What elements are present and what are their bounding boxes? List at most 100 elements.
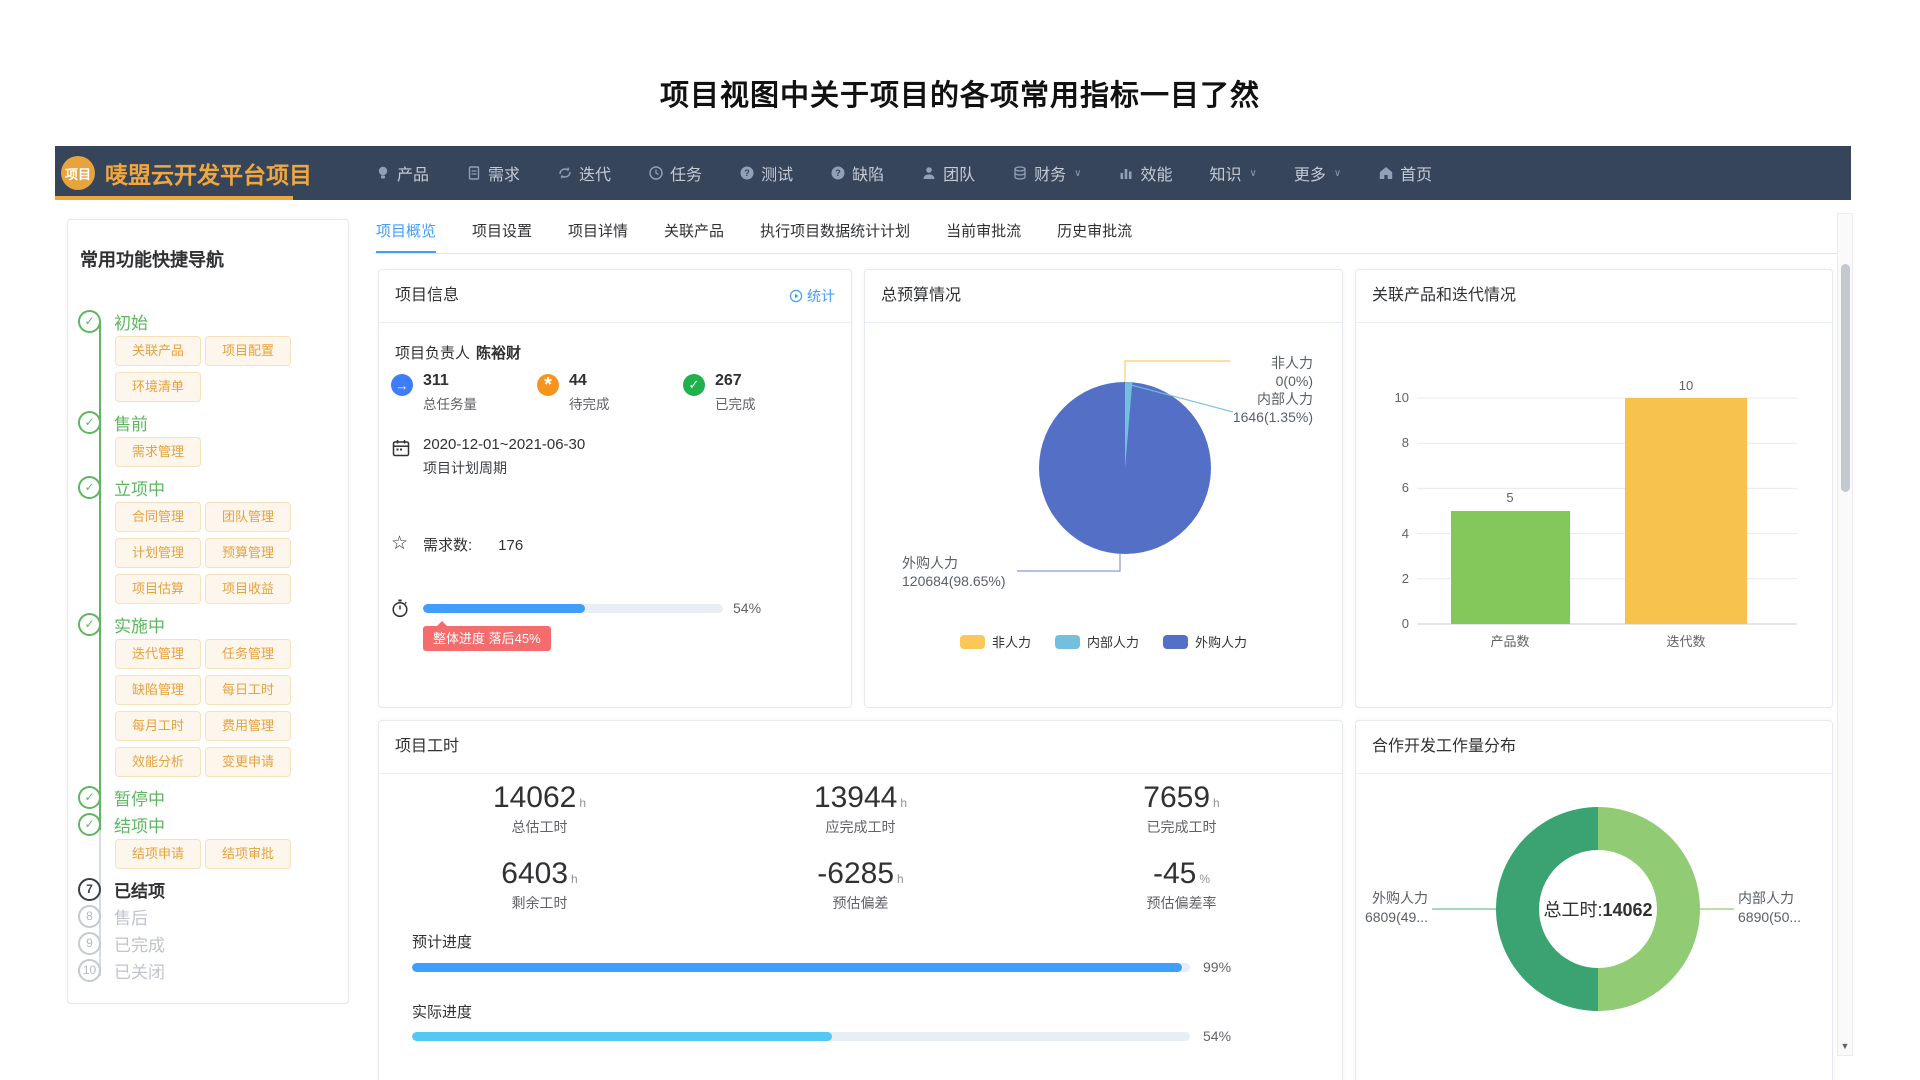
nav-item-product[interactable]: 产品 xyxy=(375,161,429,185)
chevron-down-icon: ∨ xyxy=(1249,168,1256,179)
check-circle-icon: ✓ xyxy=(78,813,101,836)
sidebar-button-plan-mgmt[interactable]: 计划管理 xyxy=(115,538,201,568)
hours-stat: 13944h 应完成工时 xyxy=(700,775,1021,851)
check-circle-icon: ✓ xyxy=(78,786,101,809)
tab-details[interactable]: 项目详情 xyxy=(568,213,628,253)
nav-item-more[interactable]: 更多 ∨ xyxy=(1294,161,1341,185)
sidebar-button-change-request[interactable]: 变更申请 xyxy=(205,747,291,777)
y-tick: 6 xyxy=(1402,480,1409,495)
nav-item-defect[interactable]: ? 缺陷 xyxy=(830,161,884,185)
coins-icon xyxy=(1012,165,1028,181)
step-label: 已完成 xyxy=(114,931,165,956)
statistics-link[interactable]: 统计 xyxy=(789,270,835,322)
nav-item-knowledge[interactable]: 知识 ∨ xyxy=(1209,161,1256,185)
actual-progress-bar xyxy=(412,1032,1190,1041)
sidebar-button-monthly-hours[interactable]: 每月工时 xyxy=(115,711,201,741)
sidebar-button-daily-hours[interactable]: 每日工时 xyxy=(205,675,291,705)
sidebar-button-requirement-mgmt[interactable]: 需求管理 xyxy=(115,437,201,467)
nav-item-task[interactable]: 任务 xyxy=(648,161,702,185)
app-root: 项目视图中关于项目的各项常用指标一目了然 项目 唛盟云开发平台项目 产品 需求 … xyxy=(0,0,1920,1080)
nav-item-iteration[interactable]: 迭代 xyxy=(557,161,611,185)
calendar-icon xyxy=(391,438,411,463)
product-iteration-card: 关联产品和迭代情况 10 8 6 4 2 0 5 10 产品数 迭代数 xyxy=(1355,269,1833,708)
step-initial: ✓ 初始 xyxy=(78,309,334,333)
nav-item-team[interactable]: 团队 xyxy=(921,161,975,185)
requirement-count-value: 176 xyxy=(498,537,523,554)
progress-alert-badge: 整体进度 落后45% xyxy=(423,626,551,651)
timeline-line-done xyxy=(99,321,101,830)
tab-related-products[interactable]: 关联产品 xyxy=(664,213,724,253)
tab-current-approval[interactable]: 当前审批流 xyxy=(946,213,1021,253)
leg.nd-item[interactable]: 内部人力 xyxy=(1055,632,1139,651)
step-closed-project: 7 已结项 xyxy=(78,877,334,901)
sidebar-button-contract-mgmt[interactable]: 合同管理 xyxy=(115,502,201,532)
main-tabs: 项目概览 项目设置 项目详情 关联产品 执行项目数据统计计划 当前审批流 历史审… xyxy=(376,213,1851,254)
step-buttons: 结项申请 结项审批 xyxy=(115,839,334,869)
card-title: 项目信息 统计 xyxy=(379,270,851,323)
step-approval: ✓ 立项中 xyxy=(78,475,334,499)
sidebar-button-related-products[interactable]: 关联产品 xyxy=(115,336,201,366)
actual-progress-percent: 54% xyxy=(1203,1028,1231,1044)
bar-chart-icon xyxy=(1118,165,1134,181)
actual-progress-label: 实际进度 xyxy=(412,1001,472,1022)
tab-settings[interactable]: 项目设置 xyxy=(472,213,532,253)
legend-item[interactable]: 非人力 xyxy=(960,632,1031,651)
bar-value-label: 10 xyxy=(1679,378,1693,393)
hours-stat: 6403h 剩余工时 xyxy=(379,851,700,927)
step-label: 售前 xyxy=(114,410,148,435)
nav-item-home[interactable]: 首页 xyxy=(1378,161,1432,185)
step-implementing: ✓ 实施中 xyxy=(78,612,334,636)
page-title: 项目视图中关于项目的各项常用指标一目了然 xyxy=(0,72,1920,114)
chevron-down-icon: ∨ xyxy=(1334,168,1341,179)
hours-stat: -6285h 预估偏差 xyxy=(700,851,1021,927)
sidebar-button-closing-approve[interactable]: 结项审批 xyxy=(205,839,291,869)
nav-item-requirement[interactable]: 需求 xyxy=(466,161,520,185)
sidebar-button-project-estimate[interactable]: 项目估算 xyxy=(115,574,201,604)
donut-label: 外购人力 xyxy=(1372,890,1428,906)
sidebar-button-expense-mgmt[interactable]: 费用管理 xyxy=(205,711,291,741)
card-title: 合作开发工作量分布 xyxy=(1356,721,1832,774)
scrollbar-down-arrow[interactable]: ▼ xyxy=(1838,1041,1852,1051)
budget-card: 总预算情况 非人力 0(0%) 内部人力 1646(1.35%) 外购人力 12… xyxy=(864,269,1343,708)
sidebar-button-team-mgmt[interactable]: 团队管理 xyxy=(205,502,291,532)
step-label: 结项中 xyxy=(114,812,165,837)
sidebar-button-project-benefit[interactable]: 项目收益 xyxy=(205,574,291,604)
pie-label: 外购人力 xyxy=(902,555,958,571)
bar-iteration-count xyxy=(1625,398,1747,624)
chevron-down-icon: ∨ xyxy=(1074,168,1081,179)
y-tick: 8 xyxy=(1402,435,1409,450)
scrollbar-thumb[interactable] xyxy=(1841,264,1850,492)
legend-item[interactable]: 外购人力 xyxy=(1163,632,1247,651)
tab-data-stat-plan[interactable]: 执行项目数据统计计划 xyxy=(760,213,910,253)
nav-label: 财务 xyxy=(1034,161,1066,185)
step-buttons: 迭代管理 任务管理 缺陷管理 每日工时 每月工时 费用管理 效能分析 变更申请 xyxy=(115,639,334,777)
tab-history-approval[interactable]: 历史审批流 xyxy=(1057,213,1132,253)
sidebar-button-closing-apply[interactable]: 结项申请 xyxy=(115,839,201,869)
sidebar-button-budget-mgmt[interactable]: 预算管理 xyxy=(205,538,291,568)
bar-product-count xyxy=(1451,511,1570,624)
sidebar-button-efficiency-analysis[interactable]: 效能分析 xyxy=(115,747,201,777)
nav-label: 迭代 xyxy=(579,161,611,185)
sidebar-button-project-config[interactable]: 项目配置 xyxy=(205,336,291,366)
sidebar-button-defect-mgmt[interactable]: 缺陷管理 xyxy=(115,675,201,705)
nav-item-finance[interactable]: 财务 ∨ xyxy=(1012,161,1081,185)
sidebar-button-task-mgmt[interactable]: 任务管理 xyxy=(205,639,291,669)
step-label: 立项中 xyxy=(114,475,165,500)
tab-overview[interactable]: 项目概览 xyxy=(376,213,436,253)
loop-icon xyxy=(557,165,573,181)
bar-value-label: 5 xyxy=(1506,490,1513,505)
nav-label: 更多 xyxy=(1294,161,1326,185)
budget-pie-chart: 非人力 0(0%) 内部人力 1646(1.35%) 外购人力 120684(9… xyxy=(865,324,1342,614)
sidebar-button-env-list[interactable]: 环境清单 xyxy=(115,372,201,402)
coop-workload-card: 合作开发工作量分布 外购人力 6809(49... 内部人力 6890(50..… xyxy=(1355,720,1833,1080)
question-circle-icon: ? xyxy=(830,165,846,181)
check-circle-icon: ✓ xyxy=(78,613,101,636)
nav-item-efficiency[interactable]: 效能 xyxy=(1118,161,1172,185)
stat-done-tasks: ✓ 267 已完成 xyxy=(683,372,756,413)
arrow-right-circle-icon: → xyxy=(391,374,413,396)
nav-item-test[interactable]: ? 测试 xyxy=(739,161,793,185)
quick-nav-sidebar: 常用功能快捷导航 ✓ 初始 关联产品 项目配置 环境清单 ✓ 售前 需求管理 ✓ xyxy=(67,219,349,1004)
sidebar-button-iteration-mgmt[interactable]: 迭代管理 xyxy=(115,639,201,669)
stat-total-tasks: → 311 总任务量 xyxy=(391,372,477,413)
sunburst-icon: * xyxy=(537,374,559,396)
